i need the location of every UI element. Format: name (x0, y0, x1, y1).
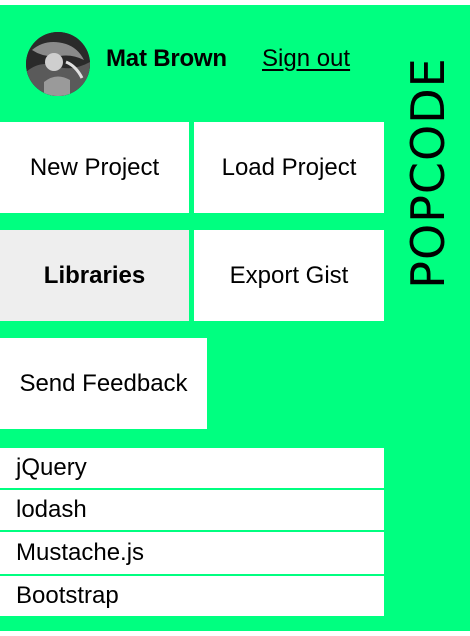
user-name: Mat Brown (106, 45, 227, 72)
export-gist-button[interactable]: Export Gist (194, 230, 384, 321)
new-project-button[interactable]: New Project (0, 122, 189, 213)
library-item-lodash[interactable]: lodash (0, 490, 384, 530)
brand-logo-text: POPCODE (401, 57, 455, 289)
user-avatar (26, 32, 90, 96)
library-item-bootstrap[interactable]: Bootstrap (0, 576, 384, 616)
library-item-jquery[interactable]: jQuery (0, 448, 384, 488)
sign-out-link[interactable]: Sign out (262, 45, 350, 73)
app-panel: Mat Brown Sign out New Project Load Proj… (0, 5, 470, 631)
libraries-button[interactable]: Libraries (0, 230, 189, 321)
send-feedback-button[interactable]: Send Feedback (0, 338, 207, 429)
user-header: Mat Brown Sign out (0, 5, 384, 121)
load-project-button[interactable]: Load Project (194, 122, 384, 213)
library-item-mustache[interactable]: Mustache.js (0, 532, 384, 574)
